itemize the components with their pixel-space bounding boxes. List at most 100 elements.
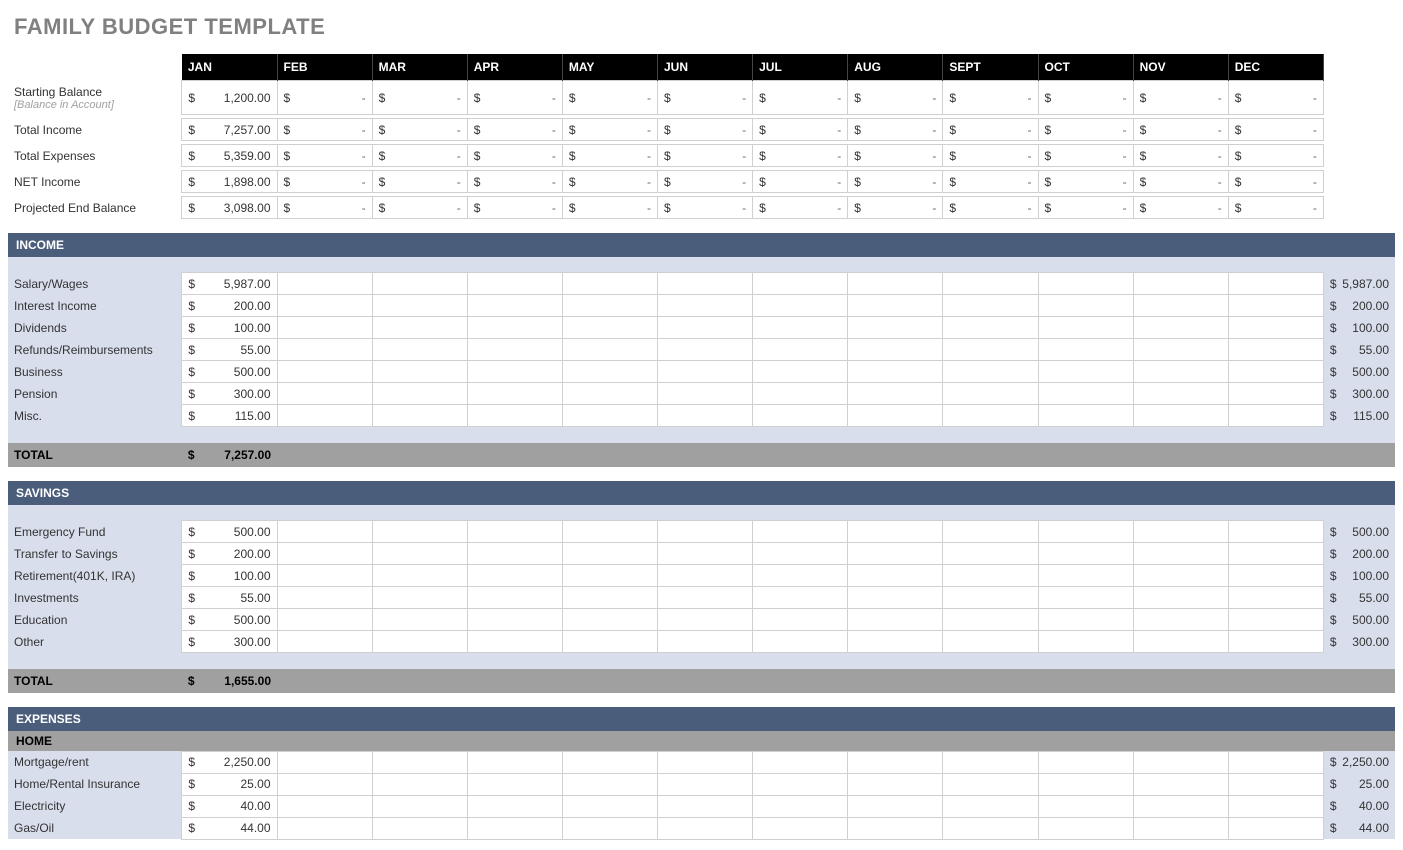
cell[interactable] bbox=[277, 339, 372, 361]
cell[interactable] bbox=[848, 631, 943, 653]
cell[interactable] bbox=[1133, 383, 1228, 405]
cell[interactable]: $- bbox=[943, 81, 1038, 115]
cell[interactable] bbox=[848, 773, 943, 795]
cell[interactable] bbox=[753, 631, 848, 653]
cell[interactable] bbox=[1228, 795, 1323, 817]
cell[interactable] bbox=[467, 817, 562, 839]
cell[interactable] bbox=[277, 521, 372, 543]
cell[interactable] bbox=[1133, 565, 1228, 587]
cell[interactable]: $200.00 bbox=[182, 543, 277, 565]
cell[interactable]: $- bbox=[372, 119, 467, 141]
cell[interactable] bbox=[372, 751, 467, 773]
cell[interactable] bbox=[1038, 295, 1133, 317]
cell[interactable] bbox=[658, 521, 753, 543]
cell[interactable] bbox=[943, 521, 1038, 543]
cell[interactable] bbox=[1038, 361, 1133, 383]
cell[interactable] bbox=[372, 273, 467, 295]
cell[interactable] bbox=[943, 339, 1038, 361]
cell[interactable] bbox=[467, 383, 562, 405]
cell[interactable] bbox=[467, 317, 562, 339]
cell[interactable] bbox=[1228, 565, 1323, 587]
cell[interactable] bbox=[467, 361, 562, 383]
cell[interactable] bbox=[943, 361, 1038, 383]
cell[interactable] bbox=[753, 339, 848, 361]
cell[interactable] bbox=[848, 317, 943, 339]
cell[interactable] bbox=[562, 609, 657, 631]
cell[interactable]: $- bbox=[562, 145, 657, 167]
cell[interactable] bbox=[467, 631, 562, 653]
cell[interactable] bbox=[277, 631, 372, 653]
cell[interactable]: $- bbox=[1228, 81, 1323, 115]
cell[interactable] bbox=[372, 383, 467, 405]
cell[interactable]: $500.00 bbox=[182, 609, 277, 631]
cell[interactable] bbox=[658, 361, 753, 383]
cell[interactable]: $100.00 bbox=[182, 565, 277, 587]
cell[interactable] bbox=[1228, 609, 1323, 631]
cell[interactable] bbox=[943, 273, 1038, 295]
cell[interactable] bbox=[658, 273, 753, 295]
cell[interactable] bbox=[1038, 773, 1133, 795]
cell[interactable] bbox=[753, 295, 848, 317]
cell[interactable] bbox=[1228, 521, 1323, 543]
cell[interactable] bbox=[467, 543, 562, 565]
cell[interactable] bbox=[1228, 587, 1323, 609]
cell[interactable] bbox=[1228, 383, 1323, 405]
cell[interactable] bbox=[467, 587, 562, 609]
cell[interactable]: $- bbox=[1228, 119, 1323, 141]
cell[interactable] bbox=[658, 795, 753, 817]
cell[interactable] bbox=[848, 273, 943, 295]
cell[interactable] bbox=[1038, 405, 1133, 427]
cell[interactable]: $2,250.00 bbox=[182, 751, 277, 773]
cell[interactable] bbox=[277, 587, 372, 609]
cell[interactable] bbox=[372, 631, 467, 653]
cell[interactable] bbox=[1038, 631, 1133, 653]
cell[interactable] bbox=[467, 751, 562, 773]
cell[interactable] bbox=[753, 817, 848, 839]
cell[interactable]: $- bbox=[1133, 81, 1228, 115]
cell[interactable] bbox=[1133, 795, 1228, 817]
cell[interactable]: $- bbox=[1133, 171, 1228, 193]
cell[interactable]: $- bbox=[1228, 171, 1323, 193]
cell[interactable] bbox=[562, 273, 657, 295]
cell[interactable] bbox=[1133, 543, 1228, 565]
cell[interactable]: $- bbox=[1038, 81, 1133, 115]
cell[interactable] bbox=[1133, 339, 1228, 361]
cell[interactable] bbox=[1228, 273, 1323, 295]
cell[interactable] bbox=[658, 317, 753, 339]
cell[interactable] bbox=[1038, 543, 1133, 565]
cell[interactable]: $5,987.00 bbox=[182, 273, 277, 295]
cell[interactable] bbox=[467, 405, 562, 427]
cell[interactable]: $- bbox=[372, 197, 467, 219]
cell[interactable] bbox=[1038, 273, 1133, 295]
cell[interactable]: $- bbox=[372, 81, 467, 115]
cell[interactable]: $- bbox=[467, 81, 562, 115]
cell[interactable] bbox=[562, 631, 657, 653]
cell[interactable] bbox=[943, 587, 1038, 609]
cell[interactable]: $- bbox=[943, 119, 1038, 141]
cell[interactable] bbox=[943, 383, 1038, 405]
cell[interactable]: $- bbox=[848, 171, 943, 193]
cell[interactable] bbox=[1228, 317, 1323, 339]
cell[interactable] bbox=[372, 339, 467, 361]
cell[interactable] bbox=[753, 795, 848, 817]
cell[interactable] bbox=[372, 295, 467, 317]
cell[interactable] bbox=[1133, 521, 1228, 543]
cell[interactable]: $- bbox=[1228, 197, 1323, 219]
cell[interactable] bbox=[943, 609, 1038, 631]
cell[interactable] bbox=[372, 795, 467, 817]
cell[interactable]: $- bbox=[277, 145, 372, 167]
cell[interactable]: $25.00 bbox=[182, 773, 277, 795]
cell[interactable]: $- bbox=[467, 145, 562, 167]
cell[interactable] bbox=[1228, 361, 1323, 383]
cell[interactable] bbox=[943, 317, 1038, 339]
cell[interactable] bbox=[658, 383, 753, 405]
cell[interactable] bbox=[753, 317, 848, 339]
cell[interactable]: $- bbox=[467, 119, 562, 141]
cell[interactable]: $- bbox=[562, 171, 657, 193]
cell[interactable] bbox=[1133, 751, 1228, 773]
cell[interactable] bbox=[658, 295, 753, 317]
cell[interactable]: $55.00 bbox=[182, 339, 277, 361]
cell[interactable] bbox=[943, 773, 1038, 795]
cell[interactable]: $- bbox=[1133, 119, 1228, 141]
cell[interactable] bbox=[277, 273, 372, 295]
